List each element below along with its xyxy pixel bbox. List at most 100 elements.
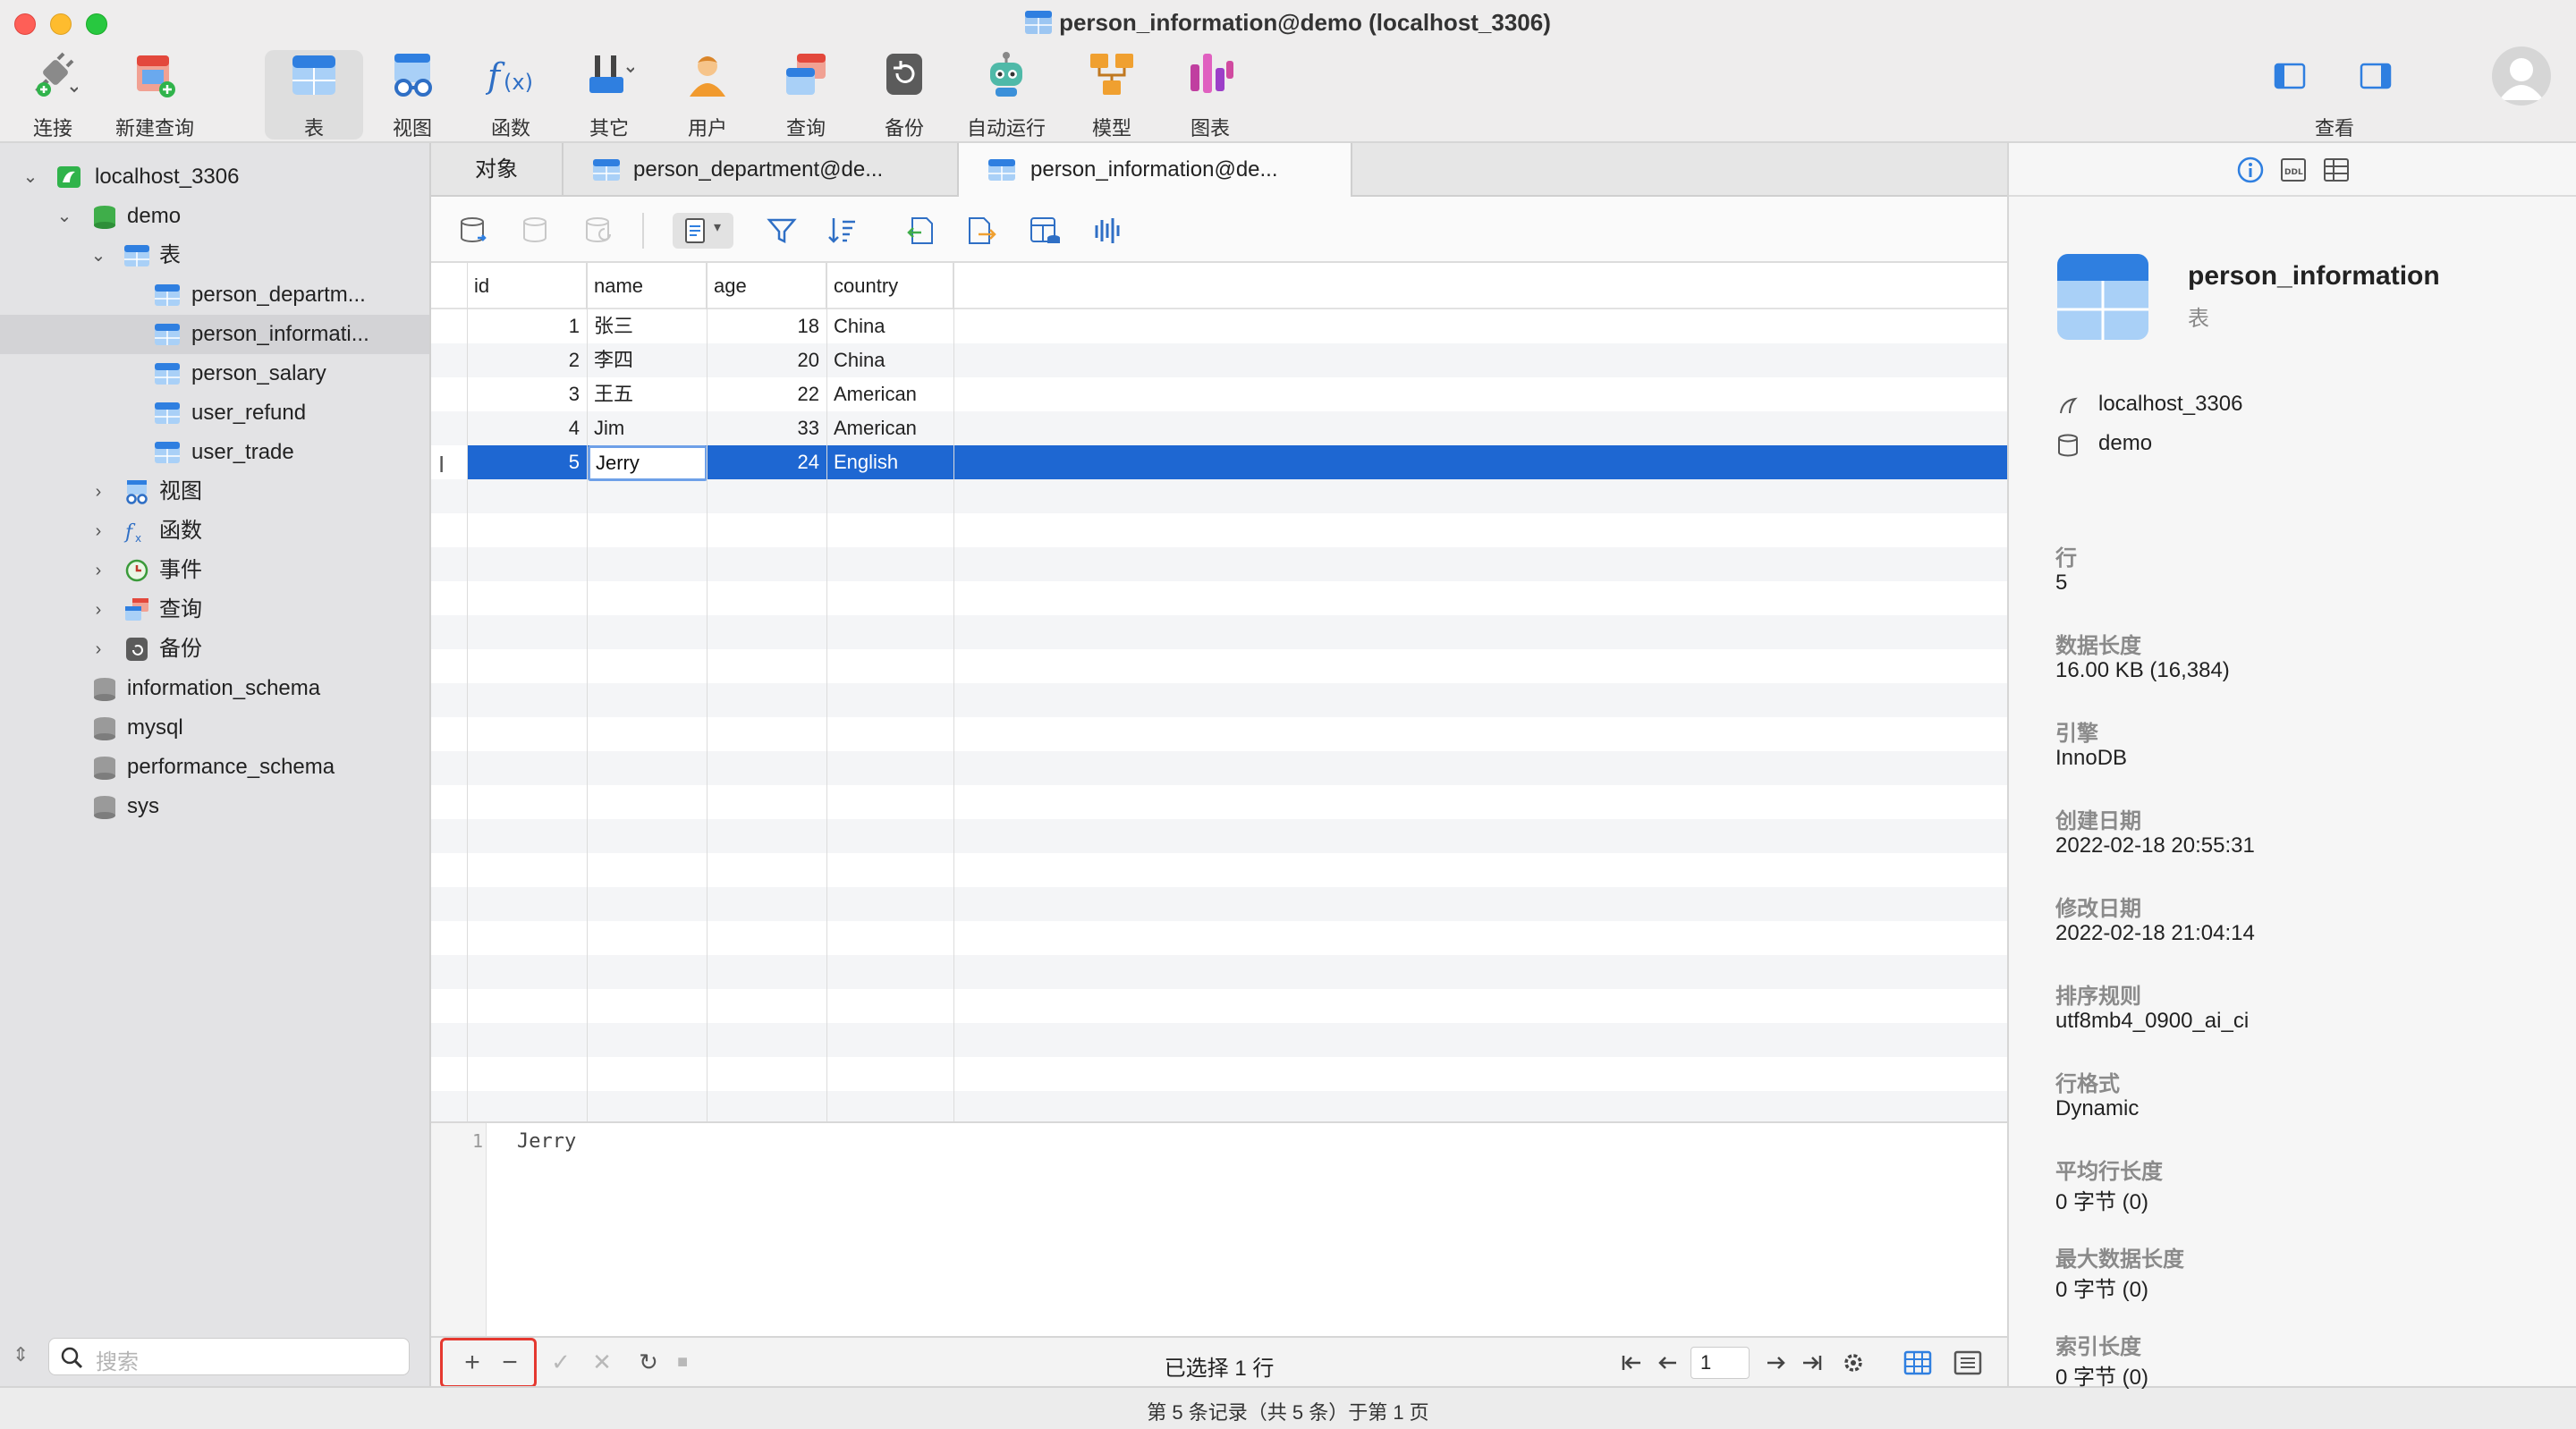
- table-row[interactable]: 2 李四 20 China: [431, 343, 2007, 377]
- sort-toggle-icon[interactable]: ⇕: [13, 1343, 30, 1372]
- chevron-right-icon[interactable]: ›: [88, 590, 109, 630]
- cell-id[interactable]: 4: [467, 411, 580, 445]
- tab-person-department[interactable]: person_department@de...: [564, 143, 959, 197]
- table-row[interactable]: 3 王五 22 American: [431, 377, 2007, 411]
- cell-id[interactable]: 5: [467, 445, 580, 479]
- cell-age[interactable]: 22: [707, 377, 819, 411]
- toolbar-automation-button[interactable]: 自动运行: [957, 50, 1055, 140]
- chevron-right-icon[interactable]: ›: [88, 512, 109, 551]
- table-row[interactable]: 4 Jim 33 American: [431, 411, 2007, 445]
- first-page-icon[interactable]: [1621, 1352, 1644, 1374]
- add-row-button[interactable]: +: [457, 1348, 487, 1378]
- tab-objects[interactable]: 对象: [431, 143, 564, 197]
- chevron-right-icon[interactable]: ›: [88, 630, 109, 669]
- text-view-button[interactable]: ▾: [673, 213, 733, 249]
- next-page-icon[interactable]: [1764, 1352, 1787, 1374]
- tree-database-item[interactable]: performance_schema: [0, 748, 429, 787]
- rollback-icon[interactable]: [583, 215, 615, 247]
- toolbar-query-button[interactable]: 查询: [757, 50, 855, 140]
- cell-id[interactable]: 1: [467, 309, 580, 343]
- filter-icon[interactable]: [766, 215, 798, 247]
- tree-database-item[interactable]: mysql: [0, 708, 429, 748]
- user-avatar[interactable]: [2492, 47, 2551, 106]
- data-generator-icon[interactable]: [1029, 215, 1061, 247]
- tree-database-item[interactable]: information_schema: [0, 669, 429, 708]
- tree-group-views[interactable]: › 视图: [0, 472, 429, 512]
- cell-id[interactable]: 3: [467, 377, 580, 411]
- info-icon[interactable]: [2236, 156, 2265, 184]
- toolbar-table-button[interactable]: 表: [265, 50, 363, 140]
- cell-name[interactable]: 李四: [594, 343, 701, 377]
- column-header-country[interactable]: country: [826, 263, 953, 309]
- column-header-name[interactable]: name: [587, 263, 707, 309]
- toolbar-backup-button[interactable]: 备份: [855, 50, 953, 140]
- refresh-button[interactable]: ↻: [633, 1347, 664, 1377]
- cell-country[interactable]: American: [834, 377, 950, 411]
- page-number-input[interactable]: 1: [1690, 1347, 1750, 1379]
- tree-connection-localhost[interactable]: ⌄ localhost_3306: [0, 157, 429, 197]
- sort-icon[interactable]: [826, 215, 859, 247]
- chevron-down-icon[interactable]: ⌄: [88, 236, 109, 275]
- import-icon[interactable]: [903, 215, 936, 247]
- tree-database-demo[interactable]: ⌄ demo: [0, 197, 429, 236]
- toolbar-new-query-button[interactable]: 新建查询: [106, 50, 204, 140]
- grid-view-icon[interactable]: [1903, 1350, 1932, 1375]
- apply-changes-button[interactable]: ✓: [546, 1347, 576, 1377]
- previous-page-icon[interactable]: [1657, 1352, 1680, 1374]
- toolbar-view-button[interactable]: 视图: [363, 50, 462, 140]
- cell-id[interactable]: 2: [467, 343, 580, 377]
- cell-name[interactable]: 王五: [594, 377, 701, 411]
- right-sidebar-toggle-icon[interactable]: [2360, 63, 2392, 89]
- commit-icon[interactable]: [521, 215, 553, 247]
- chevron-right-icon[interactable]: ›: [88, 551, 109, 590]
- tree-database-item[interactable]: sys: [0, 787, 429, 826]
- cell-country[interactable]: China: [834, 343, 950, 377]
- tree-group-functions[interactable]: › fx 函数: [0, 512, 429, 551]
- form-view-icon[interactable]: [1953, 1350, 1982, 1375]
- sidebar-table-item[interactable]: person_departm...: [0, 275, 429, 315]
- discard-changes-button[interactable]: ✕: [587, 1347, 617, 1377]
- chevron-down-icon[interactable]: ⌄: [54, 197, 75, 236]
- ddl-icon[interactable]: DDL: [2279, 156, 2308, 184]
- column-header-age[interactable]: age: [707, 263, 826, 309]
- sidebar-table-item[interactable]: user_refund: [0, 393, 429, 433]
- left-sidebar-toggle-icon[interactable]: [2274, 63, 2306, 89]
- cell-age[interactable]: 20: [707, 343, 819, 377]
- cell-age[interactable]: 18: [707, 309, 819, 343]
- stop-button[interactable]: ■: [667, 1347, 698, 1377]
- tree-group-tables[interactable]: ⌄ 表: [0, 236, 429, 275]
- toolbar-function-button[interactable]: f (x) 函数: [462, 50, 560, 140]
- sidebar-table-item[interactable]: person_salary: [0, 354, 429, 393]
- delete-row-button[interactable]: −: [495, 1348, 525, 1378]
- table-preview-icon[interactable]: [2322, 156, 2351, 184]
- chart-bar-icon[interactable]: [1091, 215, 1123, 247]
- tab-person-information[interactable]: person_information@de...: [959, 143, 1352, 197]
- cell-name[interactable]: 张三: [594, 309, 701, 343]
- cell-name-editor[interactable]: Jerry: [588, 445, 708, 481]
- begin-transaction-icon[interactable]: [458, 215, 490, 247]
- cell-age[interactable]: 33: [707, 411, 819, 445]
- gear-icon[interactable]: [1841, 1350, 1866, 1375]
- tree-group-events[interactable]: › 事件: [0, 551, 429, 590]
- cell-country[interactable]: China: [834, 309, 950, 343]
- toolbar-chart-button[interactable]: 图表: [1161, 50, 1259, 140]
- tree-group-backups[interactable]: › 备份: [0, 630, 429, 669]
- cell-age[interactable]: 24: [707, 445, 819, 479]
- cell-country[interactable]: English: [834, 445, 950, 479]
- toolbar-user-button[interactable]: 用户: [658, 50, 757, 140]
- chevron-down-icon[interactable]: ⌄: [20, 157, 41, 197]
- toolbar-connect-button[interactable]: 连接: [4, 50, 102, 140]
- table-row[interactable]: 1 张三 18 China: [431, 309, 2007, 343]
- column-header-id[interactable]: id: [467, 263, 587, 309]
- sidebar-table-item[interactable]: user_trade: [0, 433, 429, 472]
- toolbar-model-button[interactable]: 模型: [1063, 50, 1161, 140]
- editor-text[interactable]: Jerry: [517, 1130, 576, 1153]
- chevron-right-icon[interactable]: ›: [88, 472, 109, 512]
- cell-country[interactable]: American: [834, 411, 950, 445]
- cell-name[interactable]: Jim: [594, 411, 701, 445]
- tree-group-queries[interactable]: › 查询: [0, 590, 429, 630]
- sidebar-search-input[interactable]: 搜索: [48, 1338, 410, 1375]
- last-page-icon[interactable]: [1800, 1352, 1823, 1374]
- export-icon[interactable]: [966, 215, 998, 247]
- toolbar-other-button[interactable]: 其它: [560, 50, 658, 140]
